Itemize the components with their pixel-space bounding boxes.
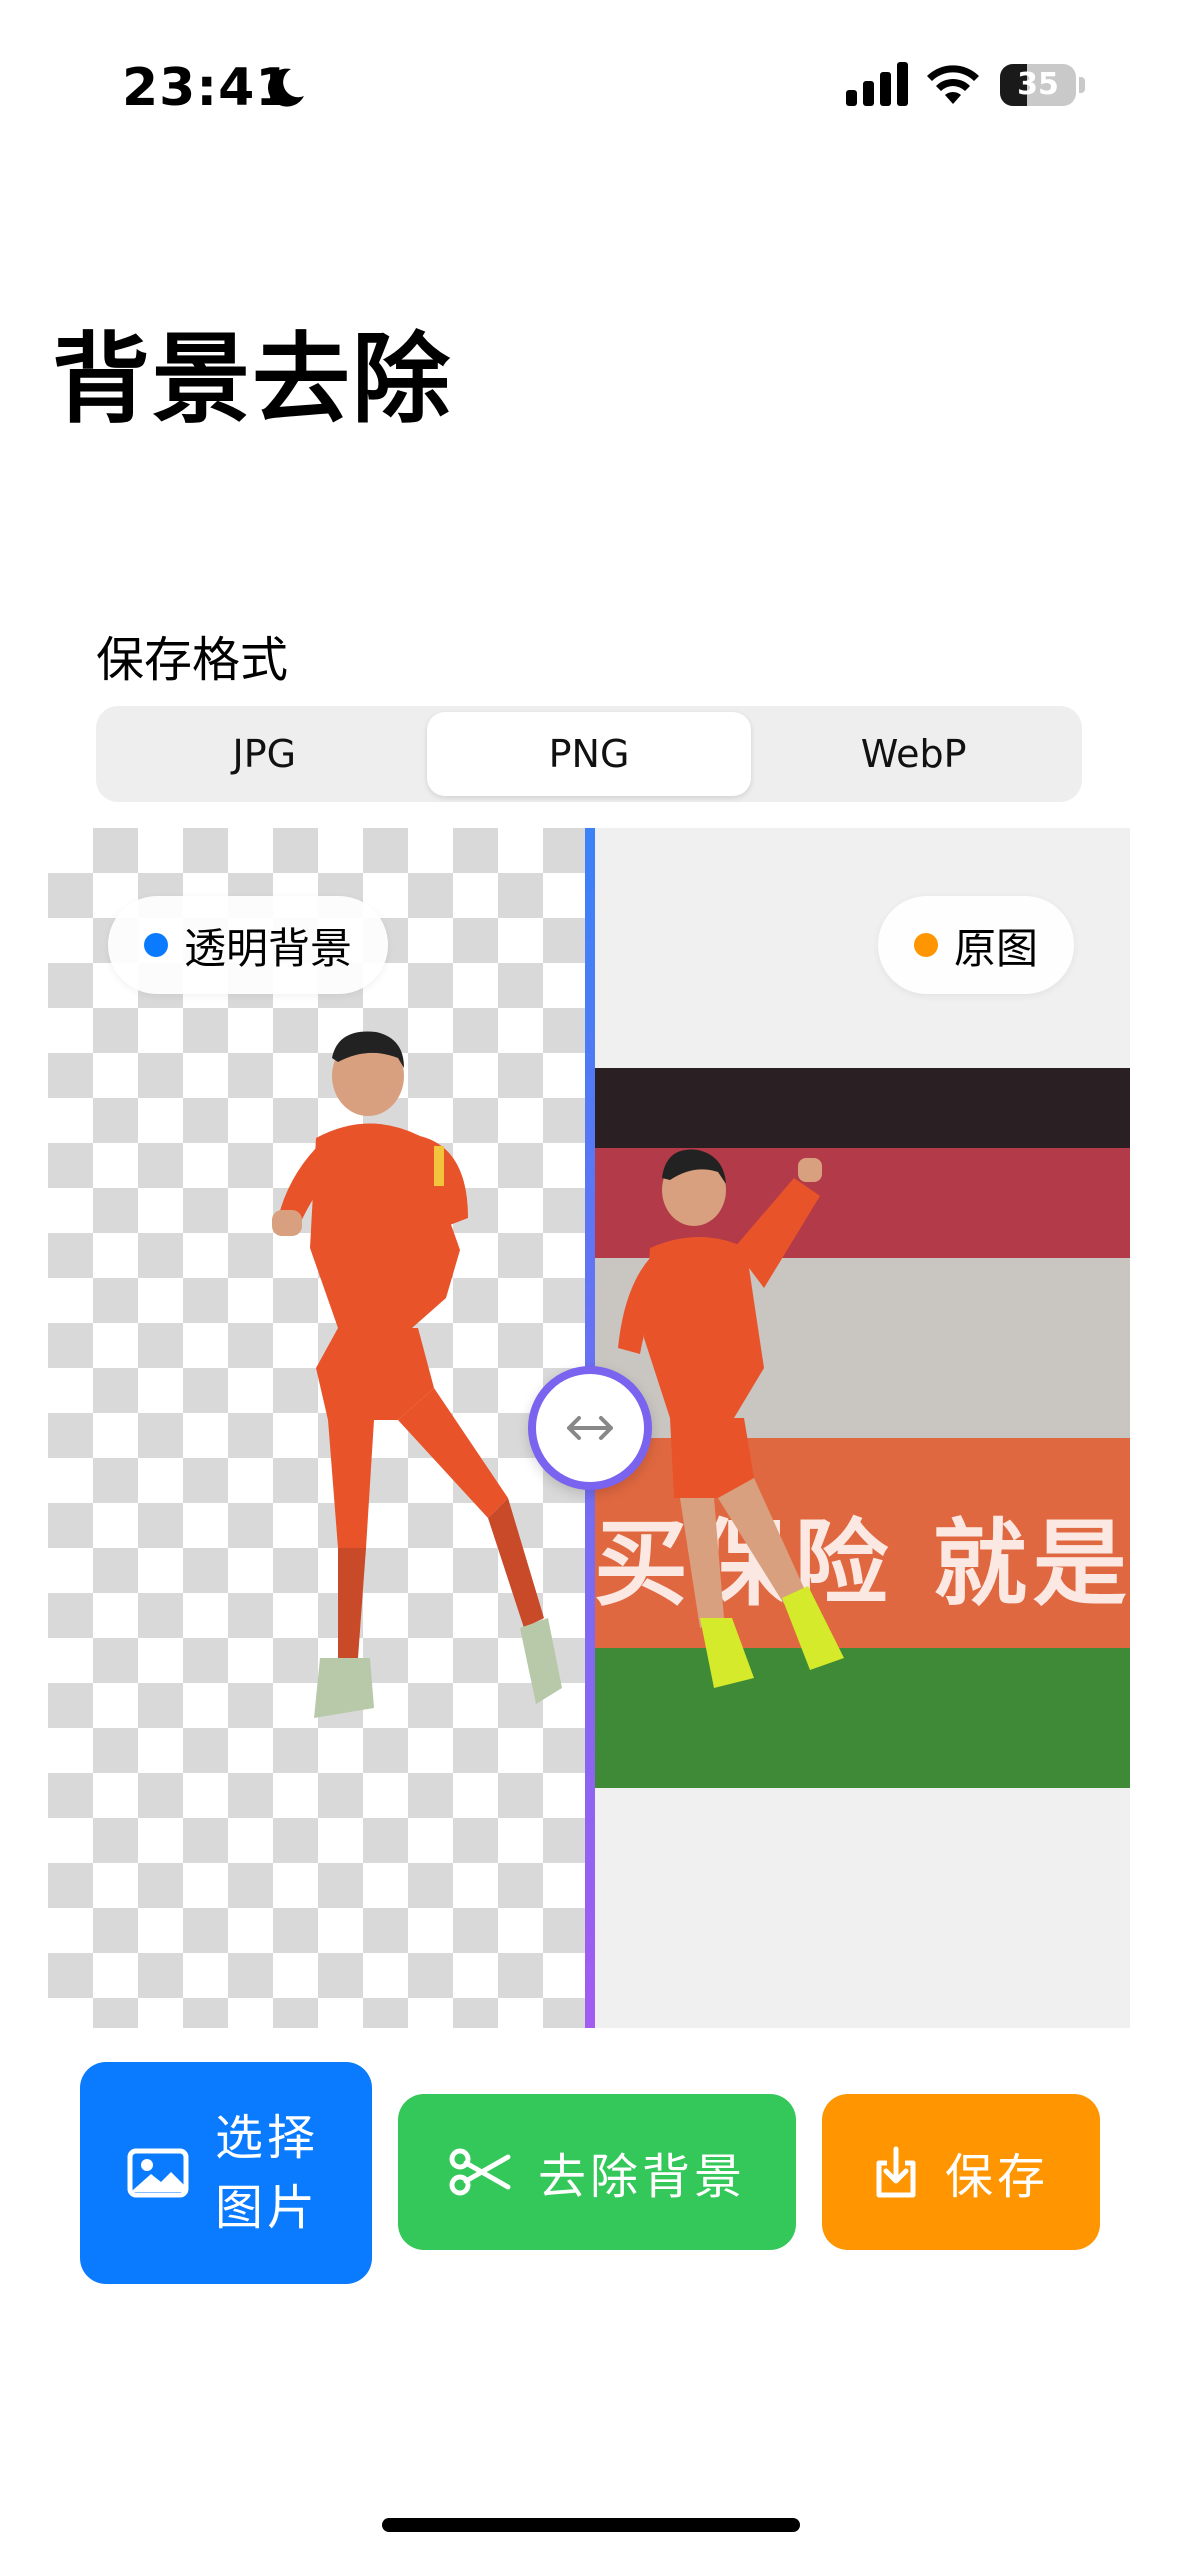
home-indicator[interactable] xyxy=(382,2518,800,2532)
transparent-preview xyxy=(48,828,588,2028)
transparent-background-text: 透明背景 xyxy=(184,923,353,973)
wifi-icon xyxy=(927,65,979,104)
original-photo: 买保险 就是买 xyxy=(594,1068,1130,1788)
cutout-player-image xyxy=(272,1031,562,1718)
save-button[interactable]: 保存 xyxy=(822,2094,1100,2250)
page-title: 背景去除 xyxy=(52,323,453,437)
orange-dot-icon xyxy=(914,933,938,957)
battery-icon: 35 xyxy=(1000,64,1086,106)
scissors-icon xyxy=(448,2147,512,2197)
remove-background-label: 去除背景 xyxy=(537,2149,746,2205)
battery-level: 35 xyxy=(1017,67,1059,102)
transparent-background-label: 透明背景 xyxy=(108,896,389,994)
compare-slider-handle[interactable] xyxy=(528,1366,652,1490)
signal-icon xyxy=(846,62,908,106)
arrows-horizontal-icon xyxy=(567,1416,613,1440)
original-text: 原图 xyxy=(954,923,1039,973)
image-icon xyxy=(127,2148,189,2198)
download-icon xyxy=(873,2145,919,2199)
blue-dot-icon xyxy=(144,933,168,957)
format-label: 保存格式 xyxy=(96,632,289,688)
format-option-jpg[interactable]: JPG xyxy=(102,712,427,796)
compare-view: 买保险 就是买 透明背景 原图 xyxy=(48,828,1130,2028)
moon-icon xyxy=(267,68,304,107)
format-segmented-control: JPG PNG WebP xyxy=(96,706,1082,802)
original-player-image xyxy=(618,1149,844,1688)
save-label: 保存 xyxy=(944,2149,1049,2205)
format-option-png[interactable]: PNG xyxy=(426,712,752,796)
select-image-label: 选择图片 xyxy=(215,2110,320,2236)
original-label: 原图 xyxy=(878,896,1075,994)
select-image-button[interactable]: 选择图片 xyxy=(80,2062,372,2284)
remove-background-button[interactable]: 去除背景 xyxy=(398,2094,796,2250)
format-option-webp[interactable]: WebP xyxy=(751,712,1076,796)
